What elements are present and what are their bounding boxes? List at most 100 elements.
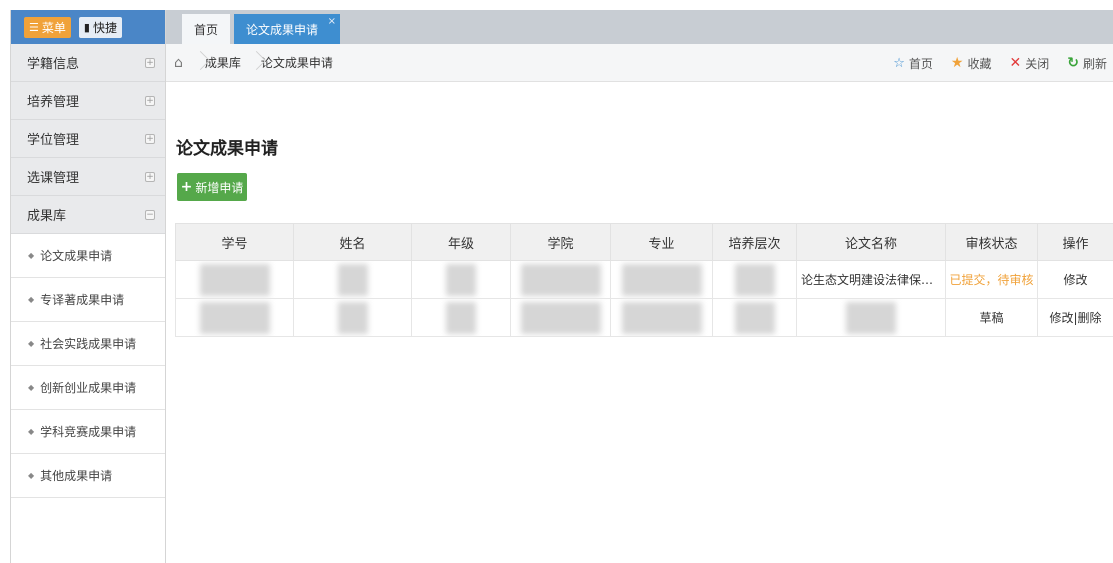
tab-home[interactable]: 首页 — [182, 14, 231, 44]
toolbar-actions: ☆ 首页 ★ 收藏 ✕ 关闭 ↻ 刷新 — [893, 44, 1107, 82]
sidebar-group-student-info[interactable]: 学籍信息 + — [11, 44, 165, 82]
collapse-icon: − — [145, 209, 155, 220]
redacted-block — [199, 263, 270, 296]
column-header: 学院 — [510, 223, 611, 261]
sidebar-item-label: 社会实践成果申请 — [40, 337, 137, 351]
list-icon: ☰ — [29, 20, 39, 34]
sidebar-item-innovation[interactable]: ◆ 创新创业成果申请 — [11, 366, 165, 410]
name-cell — [293, 260, 412, 299]
redacted-block — [734, 263, 775, 296]
redacted-block — [446, 301, 476, 334]
sidebar-group-label: 培养管理 — [27, 95, 80, 110]
bookmark-icon: ▮ — [83, 20, 90, 34]
edit-link[interactable]: 修改| — [1049, 311, 1077, 325]
quick-toggle-button[interactable]: ▮ 快捷 — [78, 16, 122, 38]
breadcrumb-item[interactable]: 成果库 — [205, 54, 241, 71]
sidebar-group-label: 选课管理 — [27, 171, 80, 186]
delete-link[interactable]: 删除 — [1078, 311, 1102, 325]
close-button[interactable]: ✕ 关闭 — [1010, 55, 1050, 72]
page-title: 论文成果申请 — [176, 139, 278, 159]
breadcrumb-item: 论文成果申请 — [260, 56, 333, 70]
redacted-block — [520, 263, 601, 296]
column-header: 培养层次 — [712, 223, 797, 261]
refresh-label: 刷新 — [1082, 56, 1107, 71]
edit-link[interactable]: 修改 — [1063, 273, 1087, 287]
sidebar-item-label: 其他成果申请 — [40, 469, 113, 483]
tab-thesis-application[interactable]: 论文成果申请 × — [234, 14, 341, 44]
sidebar-item-label: 学科竞赛成果申请 — [40, 425, 137, 439]
thesis-title-cell — [796, 298, 946, 337]
thesis-title-cell: 论生态文明建设法律保障体... — [796, 260, 946, 299]
sidebar-group-label: 学位管理 — [27, 133, 80, 148]
table-row[interactable]: 论生态文明建设法律保障体... 已提交，待审核 修改 — [175, 260, 1113, 299]
college-cell — [510, 260, 611, 299]
redacted-block — [734, 301, 775, 334]
college-cell — [510, 298, 611, 337]
applications-table: 学号 姓名 年级 学院 专业 培养层次 论文名称 审核状态 操作 论生态文明建设… — [175, 223, 1113, 337]
name-cell — [293, 298, 412, 337]
student-id-cell — [175, 298, 294, 337]
column-header: 论文名称 — [796, 223, 946, 261]
sidebar-group-achievements[interactable]: 成果库 − — [11, 196, 165, 234]
chevron-right-icon — [193, 44, 201, 82]
sidebar-item-competition[interactable]: ◆ 学科竞赛成果申请 — [11, 410, 165, 454]
grade-cell — [411, 260, 511, 299]
sidebar-item-thesis[interactable]: ◆ 论文成果申请 — [11, 234, 165, 278]
column-header: 专业 — [610, 223, 713, 261]
favorite-label: 收藏 — [967, 56, 992, 71]
add-button-label: 新增申请 — [195, 180, 244, 195]
home-icon[interactable]: ⌂ — [174, 55, 183, 71]
sidebar-group-course-selection[interactable]: 选课管理 + — [11, 158, 165, 196]
refresh-icon: ↻ — [1067, 55, 1079, 71]
bullet-icon: ◆ — [28, 339, 35, 348]
favorite-button[interactable]: ★ 收藏 — [951, 55, 992, 72]
menu-label: 菜单 — [41, 20, 66, 35]
sidebar-item-label: 专译著成果申请 — [40, 293, 125, 307]
column-header: 姓名 — [293, 223, 412, 261]
bullet-icon: ◆ — [28, 383, 35, 392]
sidebar-item-label: 创新创业成果申请 — [40, 381, 137, 395]
sidebar-header: ☰ 菜单 ▮ 快捷 — [11, 10, 165, 44]
star-icon: ★ — [950, 55, 964, 71]
sidebar-item-social-practice[interactable]: ◆ 社会实践成果申请 — [11, 322, 165, 366]
table-row[interactable]: 草稿 修改|删除 — [175, 298, 1113, 337]
redacted-block — [520, 301, 601, 334]
refresh-button[interactable]: ↻ 刷新 — [1067, 55, 1107, 72]
breadcrumb: ⌂ 成果库 论文成果申请 ☆ 首页 ★ 收藏 ✕ 关闭 ↻ 刷新 — [166, 44, 1113, 82]
sidebar-item-monograph[interactable]: ◆ 专译著成果申请 — [11, 278, 165, 322]
expand-icon: + — [145, 95, 155, 106]
column-header: 操作 — [1037, 223, 1113, 261]
sidebar-group-degree[interactable]: 学位管理 + — [11, 120, 165, 158]
table-header-row: 学号 姓名 年级 学院 专业 培养层次 论文名称 审核状态 操作 — [175, 223, 1113, 261]
tab-label: 首页 — [194, 22, 219, 37]
close-tab-icon[interactable]: × — [328, 16, 336, 27]
major-cell — [610, 298, 713, 337]
tab-bar: 首页 论文成果申请 × — [166, 10, 1113, 44]
tab-label: 论文成果申请 — [246, 22, 319, 37]
home-button[interactable]: ☆ 首页 — [893, 55, 933, 72]
sidebar-item-label: 论文成果申请 — [40, 249, 113, 263]
close-label: 关闭 — [1025, 56, 1050, 71]
column-header: 审核状态 — [945, 223, 1038, 261]
sidebar-item-other[interactable]: ◆ 其他成果申请 — [11, 454, 165, 498]
bullet-icon: ◆ — [28, 427, 35, 436]
expand-icon: + — [145, 133, 155, 144]
home-icon: ☆ — [893, 55, 905, 71]
menu-toggle-button[interactable]: ☰ 菜单 — [24, 16, 71, 38]
level-cell — [712, 298, 797, 337]
sidebar-group-label: 成果库 — [27, 209, 67, 224]
column-header: 学号 — [175, 223, 294, 261]
student-id-cell — [175, 260, 294, 299]
chevron-right-icon — [249, 44, 257, 82]
actions-cell: 修改|删除 — [1037, 298, 1113, 337]
redacted-block — [199, 301, 270, 334]
expand-icon: + — [145, 171, 155, 182]
redacted-block — [621, 263, 702, 296]
add-application-button[interactable]: + 新增申请 — [177, 173, 247, 201]
column-header: 年级 — [411, 223, 511, 261]
redacted-block — [337, 263, 368, 296]
plus-icon: + — [180, 179, 193, 195]
sidebar-group-training[interactable]: 培养管理 + — [11, 82, 165, 120]
redacted-block — [446, 263, 476, 296]
app-root: ☰ 菜单 ▮ 快捷 学籍信息 + 培养管理 + 学位管理 + 选课管理 + 成果… — [0, 0, 1113, 563]
